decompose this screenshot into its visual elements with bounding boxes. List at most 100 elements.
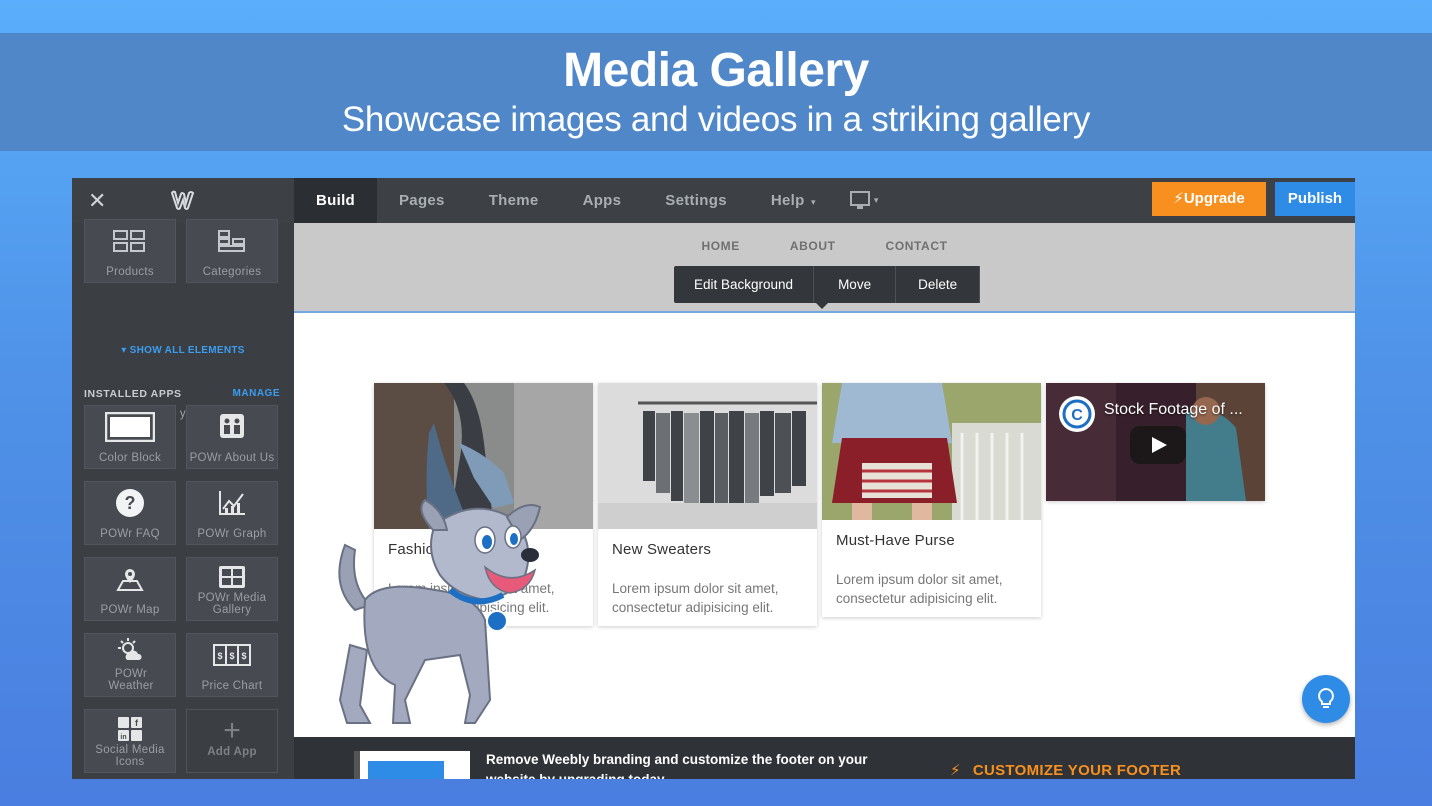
app-label: POWr FAQ [100,528,160,540]
app-label: POWr Graph [197,528,267,540]
add-app-button[interactable]: + Add App [186,709,278,773]
app-powr-graph[interactable]: POWr Graph [186,481,278,545]
tab-settings[interactable]: Settings [643,178,749,223]
tab-help[interactable]: Help ▾ [749,178,830,223]
app-powr-about-us[interactable]: POWr About Us [186,405,278,469]
tab-pages[interactable]: Pages [377,178,467,223]
app-label: Social Media Icons [95,744,165,768]
price-chart-icon: $ $ $ [187,640,277,670]
tab-help-label: Help [770,192,805,209]
element-label: Categories [202,266,262,278]
svg-text:?: ? [125,493,136,513]
upgrade-button[interactable]: ⚡Upgrade [1152,182,1266,216]
help-lightbulb-button[interactable] [1302,675,1350,723]
device-preview-toggle[interactable]: ▾ [830,178,899,223]
question-circle-icon: ? [85,488,175,518]
svg-text:$: $ [241,651,246,661]
banner-title: Media Gallery [563,44,869,97]
app-label: Add App [207,746,257,758]
tab-theme[interactable]: Theme [467,178,561,223]
site-nav-home[interactable]: HOME [676,239,764,253]
element-products[interactable]: Products [84,219,176,283]
show-all-label: SHOW ALL ELEMENTS [129,345,245,356]
color-block-icon [85,412,175,442]
app-label: POWr Weather [108,668,154,692]
map-pin-icon [85,564,175,594]
app-color-block[interactable]: Color Block [84,405,176,469]
banner-subtitle: Showcase images and videos in a striking… [341,100,1091,139]
card-description: Lorem ipsum dolor sit amet, consectetur … [612,581,779,615]
app-price-chart[interactable]: $ $ $ Price Chart [186,633,278,697]
site-nav-contact[interactable]: CONTACT [861,239,973,253]
products-icon [85,226,175,256]
section-toolbar: Edit Background Move Delete [674,266,981,309]
dog-mascot-illustration [338,498,542,724]
lightning-icon: ⚡ [950,762,961,779]
lightbulb-icon [1318,687,1334,708]
play-icon[interactable] [1130,426,1186,464]
video-title: Stock Footage of ... [1104,401,1243,418]
svg-text:in: in [120,734,126,741]
card-title: Must-Have Purse [836,532,955,549]
site-nav-about[interactable]: ABOUT [765,239,861,253]
move-button[interactable]: Move [814,266,897,303]
caret-down-icon: ▾ [121,345,130,356]
customize-footer-link[interactable]: ⚡ CUSTOMIZE YOUR FOOTER [950,761,1181,779]
sweaters-photo [598,383,817,529]
show-all-elements-link[interactable]: ▾ SHOW ALL ELEMENTS [72,345,294,356]
svg-text:$: $ [229,651,234,661]
close-icon[interactable]: ✕ [88,188,106,214]
installed-apps-heading: INSTALLED APPS [84,388,182,400]
gallery-card-must-have-purse[interactable]: Must-Have Purse Lorem ipsum dolor sit am… [822,383,1041,617]
app-powr-faq[interactable]: ? POWr FAQ [84,481,176,545]
about-us-icon [187,412,277,440]
app-powr-media-gallery[interactable]: POWr Media Gallery [186,557,278,621]
app-social-media-icons[interactable]: f in Social Media Icons [84,709,176,773]
gallery-card-new-sweaters[interactable]: New Sweaters Lorem ipsum dolor sit amet,… [598,383,817,626]
app-label: Price Chart [201,680,263,692]
footer-upgrade-bar: Remove Weebly branding and customize the… [294,737,1355,779]
app-label: POWr Media Gallery [197,592,267,616]
svg-text:$: $ [217,651,222,661]
graph-icon [187,488,277,518]
edit-background-button[interactable]: Edit Background [674,266,815,303]
chevron-down-icon: ▾ [811,197,816,207]
manage-apps-link[interactable]: MANAGE [233,388,280,399]
social-media-grid-icon: f in [85,716,175,742]
tab-apps[interactable]: Apps [561,178,644,223]
lightning-icon: ⚡ [1173,190,1184,207]
card-description: Lorem ipsum dolor sit amet, consectetur … [836,572,1003,606]
app-label: Color Block [98,452,162,464]
categories-icon [187,226,277,256]
main-nav: Build Pages Theme Apps Settings Help ▾ ▾ [294,178,899,223]
app-label: POWr Map [100,604,160,616]
channel-logo-icon: C [1059,396,1095,432]
app-label: POWr About Us [189,452,275,464]
site-nav: HOME ABOUT CONTACT [294,239,1355,253]
purse-photo [822,383,1041,520]
weebly-editor-window: ✕ Build Pages Theme Apps Settings Help ▾… [72,178,1355,779]
gallery-card-video[interactable]: C Stock Footage of ... [1046,383,1265,501]
promo-banner: Media Gallery Showcase images and videos… [0,33,1432,151]
delete-button[interactable]: Delete [896,266,981,303]
tab-build[interactable]: Build [294,178,377,223]
customize-footer-label: CUSTOMIZE YOUR FOOTER [972,762,1182,779]
footer-upgrade-text: Remove Weebly branding and customize the… [486,752,868,779]
app-powr-map[interactable]: POWr Map [84,557,176,621]
elements-sidebar: Products Categories ▾ SHOW ALL ELEMENTS … [72,219,294,779]
topbar-left: ✕ [72,178,294,223]
weebly-logo-icon[interactable] [170,189,196,211]
footer-preview-thumbnail [354,751,470,779]
toolbar-caret [816,303,828,309]
media-gallery-icon [187,564,277,590]
editor-topbar: ✕ Build Pages Theme Apps Settings Help ▾… [72,178,1355,223]
publish-button[interactable]: Publish [1275,182,1355,216]
element-categories[interactable]: Categories [186,219,278,283]
plus-icon: + [223,714,241,747]
site-header[interactable]: HOME ABOUT CONTACT Edit Background Move … [294,223,1355,313]
app-powr-weather[interactable]: POWr Weather [84,633,176,697]
svg-text:C: C [1071,407,1083,424]
card-title: New Sweaters [612,541,712,558]
element-label: Products [106,266,154,278]
desktop-monitor-icon [849,190,870,209]
